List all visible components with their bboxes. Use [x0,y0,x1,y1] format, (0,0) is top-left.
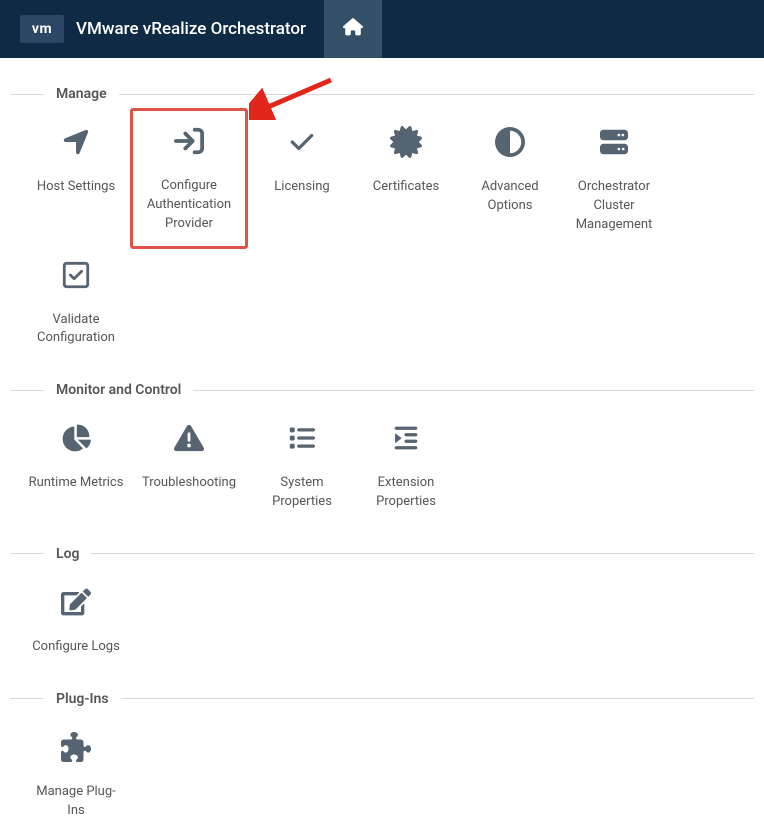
tile-label: Orchestrator Cluster Management [566,178,662,235]
sign-in-icon [172,121,206,161]
warning-icon [173,418,205,458]
indent-icon [391,418,421,458]
tile-label: Certificates [373,178,439,197]
tile-configure-authentication-provider[interactable]: Configure Authentication Provider [130,108,248,249]
list-icon [287,418,317,458]
section-title-plugins: Plug-Ins [44,691,121,707]
tile-certificates[interactable]: Certificates [356,116,456,249]
section-monitor-and-control: Monitor and Control Runtime Metrics Trou… [10,382,754,518]
home-tab[interactable] [324,0,382,58]
certificate-icon [390,122,422,162]
tile-runtime-metrics[interactable]: Runtime Metrics [26,412,126,518]
tile-label: Manage Plug-Ins [28,783,124,821]
tile-manage-plugins[interactable]: Manage Plug-Ins [26,721,126,826]
tile-label: Troubleshooting [142,474,236,493]
server-icon [598,122,630,162]
tile-host-settings[interactable]: Host Settings [26,116,126,249]
tile-label: Runtime Metrics [29,474,124,493]
contrast-icon [495,122,525,162]
section-title-monitor: Monitor and Control [44,382,193,398]
section-plugins: Plug-Ins Manage Plug-Ins [10,691,754,826]
tile-orchestrator-cluster-management[interactable]: Orchestrator Cluster Management [564,116,664,249]
app-title: VMware vRealize Orchestrator [76,19,306,39]
tile-label: Extension Properties [358,474,454,512]
check-icon [286,122,318,162]
section-title-manage: Manage [44,86,119,102]
tile-label: Configure Logs [32,638,120,657]
tile-licensing[interactable]: Licensing [252,116,352,249]
header-bar: vm VMware vRealize Orchestrator [0,0,764,58]
check-square-icon [61,255,91,295]
section-manage: Manage Host Settings Configure Authentic… [10,86,754,354]
pie-chart-icon [61,418,91,458]
tile-label: Configure Authentication Provider [135,177,243,234]
tile-extension-properties[interactable]: Extension Properties [356,412,456,518]
tile-configure-logs[interactable]: Configure Logs [26,576,126,663]
tile-system-properties[interactable]: System Properties [252,412,352,518]
tile-label: System Properties [254,474,350,512]
section-log: Log Configure Logs [10,546,754,663]
location-arrow-icon [61,122,91,162]
tile-advanced-options[interactable]: Advanced Options [460,116,560,249]
home-icon [343,18,363,40]
tile-validate-configuration[interactable]: Validate Configuration [26,249,126,355]
tile-label: Validate Configuration [28,311,124,349]
tile-troubleshooting[interactable]: Troubleshooting [130,412,248,518]
tile-label: Licensing [274,178,329,197]
tile-label: Host Settings [37,178,115,197]
puzzle-icon [60,727,92,767]
vmware-logo: vm [20,15,64,43]
tile-label: Advanced Options [462,178,558,216]
section-title-log: Log [44,546,91,562]
edit-icon [61,582,91,622]
